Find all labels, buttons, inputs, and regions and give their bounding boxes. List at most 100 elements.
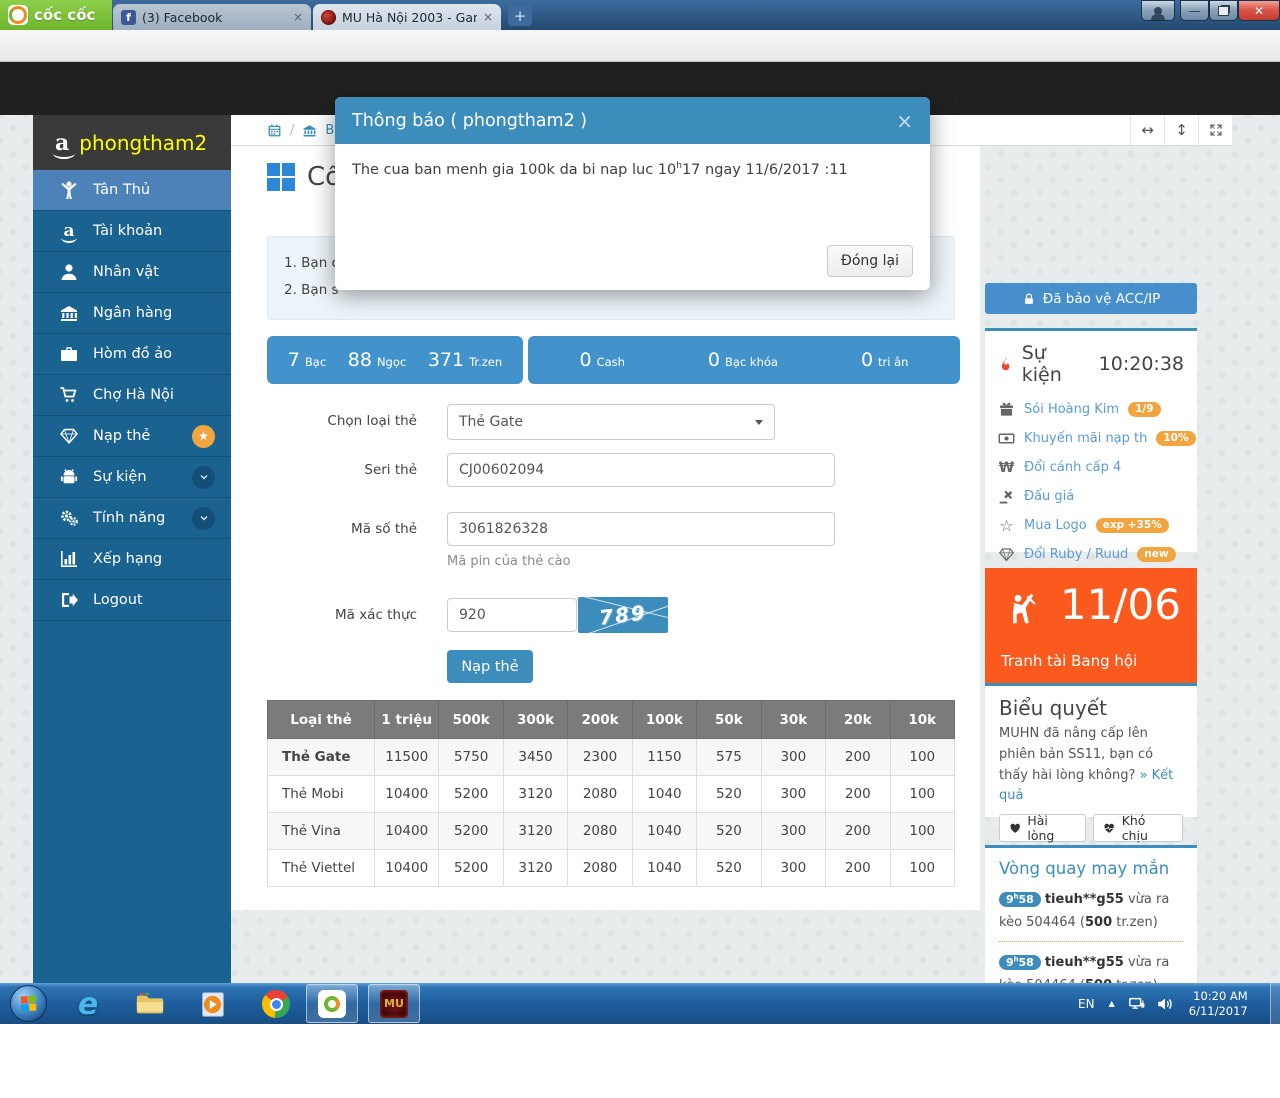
- notification-modal: Thông báo ( phongtham2 ) × The cua ban m…: [335, 97, 930, 290]
- network-icon[interactable]: [1128, 995, 1146, 1013]
- captcha-label: Mã xác thực: [267, 607, 417, 623]
- profile-button[interactable]: [1141, 0, 1175, 21]
- sidebar-item-hòm-đồ-ảo[interactable]: Hòm đồ ảo: [33, 334, 231, 375]
- protect-account-button[interactable]: Đã bảo vệ ACC/IP: [985, 283, 1197, 314]
- sidebar-item-label: Nhân vật: [93, 264, 159, 280]
- new-tab-button[interactable]: +: [508, 5, 532, 26]
- poll-like-button[interactable]: Hài lòng: [999, 814, 1086, 842]
- calendar-icon[interactable]: [267, 123, 282, 138]
- file-explorer-icon[interactable]: [134, 988, 166, 1020]
- resize-horizontal-icon[interactable]: ↔: [1130, 115, 1164, 145]
- winner-username: tieuh**g55: [1045, 955, 1124, 970]
- currency-value: 0: [861, 349, 873, 371]
- sidebar-item-tài-khoản[interactable]: aTài khoản: [33, 211, 231, 252]
- pin-input[interactable]: 3061826328: [447, 512, 835, 546]
- currency-box-secondary: 0Cash0Bạc khóa0tri ân: [528, 336, 960, 384]
- expand-icon: [1209, 123, 1223, 137]
- captcha-image[interactable]: 789: [578, 597, 668, 633]
- fullscreen-icon[interactable]: [1198, 115, 1232, 145]
- sidebar-item-label: Nạp thẻ: [93, 428, 150, 444]
- windows-flag-icon: [267, 163, 295, 191]
- amazon-icon: a: [59, 221, 79, 241]
- media-player-icon[interactable]: [196, 988, 228, 1020]
- event-link-won[interactable]: ₩ Đổi cánh cấp 4: [998, 453, 1184, 482]
- tray-expand-icon[interactable]: ▲: [1109, 999, 1115, 1008]
- sidebar-item-xếp-hạng[interactable]: Xếp hạng: [33, 539, 231, 580]
- tray-time: 10:20 AM: [1193, 989, 1248, 1003]
- windows-flag-icon: [21, 996, 37, 1012]
- poll-dislike-button[interactable]: Khó chịu: [1093, 814, 1183, 842]
- heart-icon: [1009, 822, 1021, 835]
- modal-close-icon[interactable]: ×: [896, 111, 913, 131]
- volume-icon[interactable]: [1156, 995, 1174, 1013]
- chrome-icon[interactable]: [260, 988, 292, 1020]
- event-banner[interactable]: 11/06 Tranh tài Bang hội: [985, 568, 1197, 683]
- currency-value: 0: [708, 349, 720, 371]
- sidebar-item-chợ-hà-nội[interactable]: Chợ Hà Nội: [33, 375, 231, 416]
- mu-game-taskbar-button[interactable]: MU: [368, 984, 420, 1023]
- protect-label: Đã bảo vệ ACC/IP: [1043, 291, 1161, 307]
- event-link-star[interactable]: ☆Mua Logoexp +35%: [998, 511, 1184, 540]
- modal-message-text: The cua ban menh gia 100k da bi nap luc …: [352, 162, 676, 178]
- sidebar-item-tính-năng[interactable]: Tính năng: [33, 498, 231, 539]
- user-icon: [59, 262, 79, 282]
- chrome-ball-icon: [262, 990, 290, 1018]
- event-link-money[interactable]: Khuyến mãi nạp th10%: [998, 424, 1184, 453]
- sidebar-item-nạp-thẻ[interactable]: Nạp thẻ★: [33, 416, 231, 457]
- tray-date: 6/11/2017: [1189, 1004, 1248, 1018]
- flame-icon: [998, 356, 1014, 372]
- windows-taskbar: e MU EN ▲ 10:20 AM 6/11/2017: [0, 983, 1280, 1024]
- tab-facebook[interactable]: f (3) Facebook ×: [113, 4, 311, 30]
- seri-label: Seri thẻ: [267, 462, 417, 478]
- seri-input[interactable]: CJ00602094: [447, 453, 835, 487]
- coccoc-brand: cốc cốc: [0, 0, 112, 30]
- clock[interactable]: 10:20 AM 6/11/2017: [1186, 989, 1248, 1019]
- table-header-cell: 20k: [826, 701, 890, 739]
- internet-explorer-icon[interactable]: e: [72, 988, 104, 1020]
- sidebar-item-ngân-hàng[interactable]: Ngân hàng: [33, 293, 231, 334]
- event-link-gavel[interactable]: Đấu giá: [998, 482, 1184, 511]
- card-value-table: Loại thẻ1 triệu500k300k200k100k50k30k20k…: [267, 700, 955, 887]
- sidebar-item-nhân-vật[interactable]: Nhân vật: [33, 252, 231, 293]
- captcha-input[interactable]: 920: [447, 598, 577, 632]
- table-header-cell: Loại thẻ: [268, 701, 375, 739]
- event-label: Đổi cánh cấp 4: [1024, 460, 1121, 475]
- card-type-value: Thẻ Gate: [459, 414, 523, 430]
- card-value-cell: 1150: [632, 739, 696, 776]
- language-indicator[interactable]: EN: [1078, 997, 1095, 1011]
- sidebar-item-logout[interactable]: Logout: [33, 580, 231, 621]
- minimize-button[interactable]: —: [1180, 0, 1209, 21]
- start-button[interactable]: [10, 985, 47, 1022]
- tab-title: (3) Facebook: [142, 10, 287, 25]
- modal-close-button[interactable]: Đóng lại: [827, 245, 913, 277]
- sidebar-item-tân-thủ[interactable]: Tân Thủ: [33, 170, 231, 211]
- events-title-text: Sự kiện: [1022, 342, 1091, 386]
- card-value-cell: 1040: [632, 776, 696, 813]
- tab-close-icon[interactable]: ×: [293, 10, 303, 24]
- currency-value: 7: [288, 349, 300, 371]
- recharge-submit-button[interactable]: Nạp thẻ: [447, 650, 533, 683]
- currency-bạc: 7Bạc: [288, 349, 326, 371]
- tab-close-icon[interactable]: ×: [483, 10, 493, 24]
- lucky-wheel-panel: Vòng quay may mắn 9h58tieuh**g55 vừa ra …: [985, 845, 1197, 1098]
- tab-mu-hanoi[interactable]: MU Hà Nội 2003 - Gameth ×: [313, 4, 501, 30]
- heartbeat-icon: [1103, 822, 1115, 835]
- card-value-cell: 5750: [439, 739, 503, 776]
- card-type-select[interactable]: Thẻ Gate: [447, 404, 775, 440]
- sidebar-item-label: Tân Thủ: [93, 182, 150, 198]
- sidebar-item-sự-kiện[interactable]: Sự kiện: [33, 457, 231, 498]
- breadcrumb: / Ba: [231, 123, 342, 138]
- currency-tri-ân: 0tri ân: [861, 349, 909, 371]
- coccoc-taskbar-button[interactable]: [306, 984, 358, 1023]
- close-window-button[interactable]: ✕: [1238, 0, 1280, 21]
- sidebar-item-label: Ngân hàng: [93, 305, 172, 321]
- card-value-cell: 200: [826, 776, 890, 813]
- restore-button[interactable]: [1209, 0, 1238, 21]
- star-icon: ☆: [998, 517, 1015, 534]
- won-icon: ₩: [998, 459, 1015, 476]
- event-link-diamond[interactable]: Đổi Ruby / Ruudnew: [998, 540, 1184, 569]
- event-link-gift[interactable]: Sói Hoàng Kim1/9: [998, 395, 1184, 424]
- show-desktop-button[interactable]: [1270, 983, 1280, 1024]
- resize-vertical-icon[interactable]: ↕: [1164, 115, 1198, 145]
- facebook-favicon: f: [121, 10, 136, 25]
